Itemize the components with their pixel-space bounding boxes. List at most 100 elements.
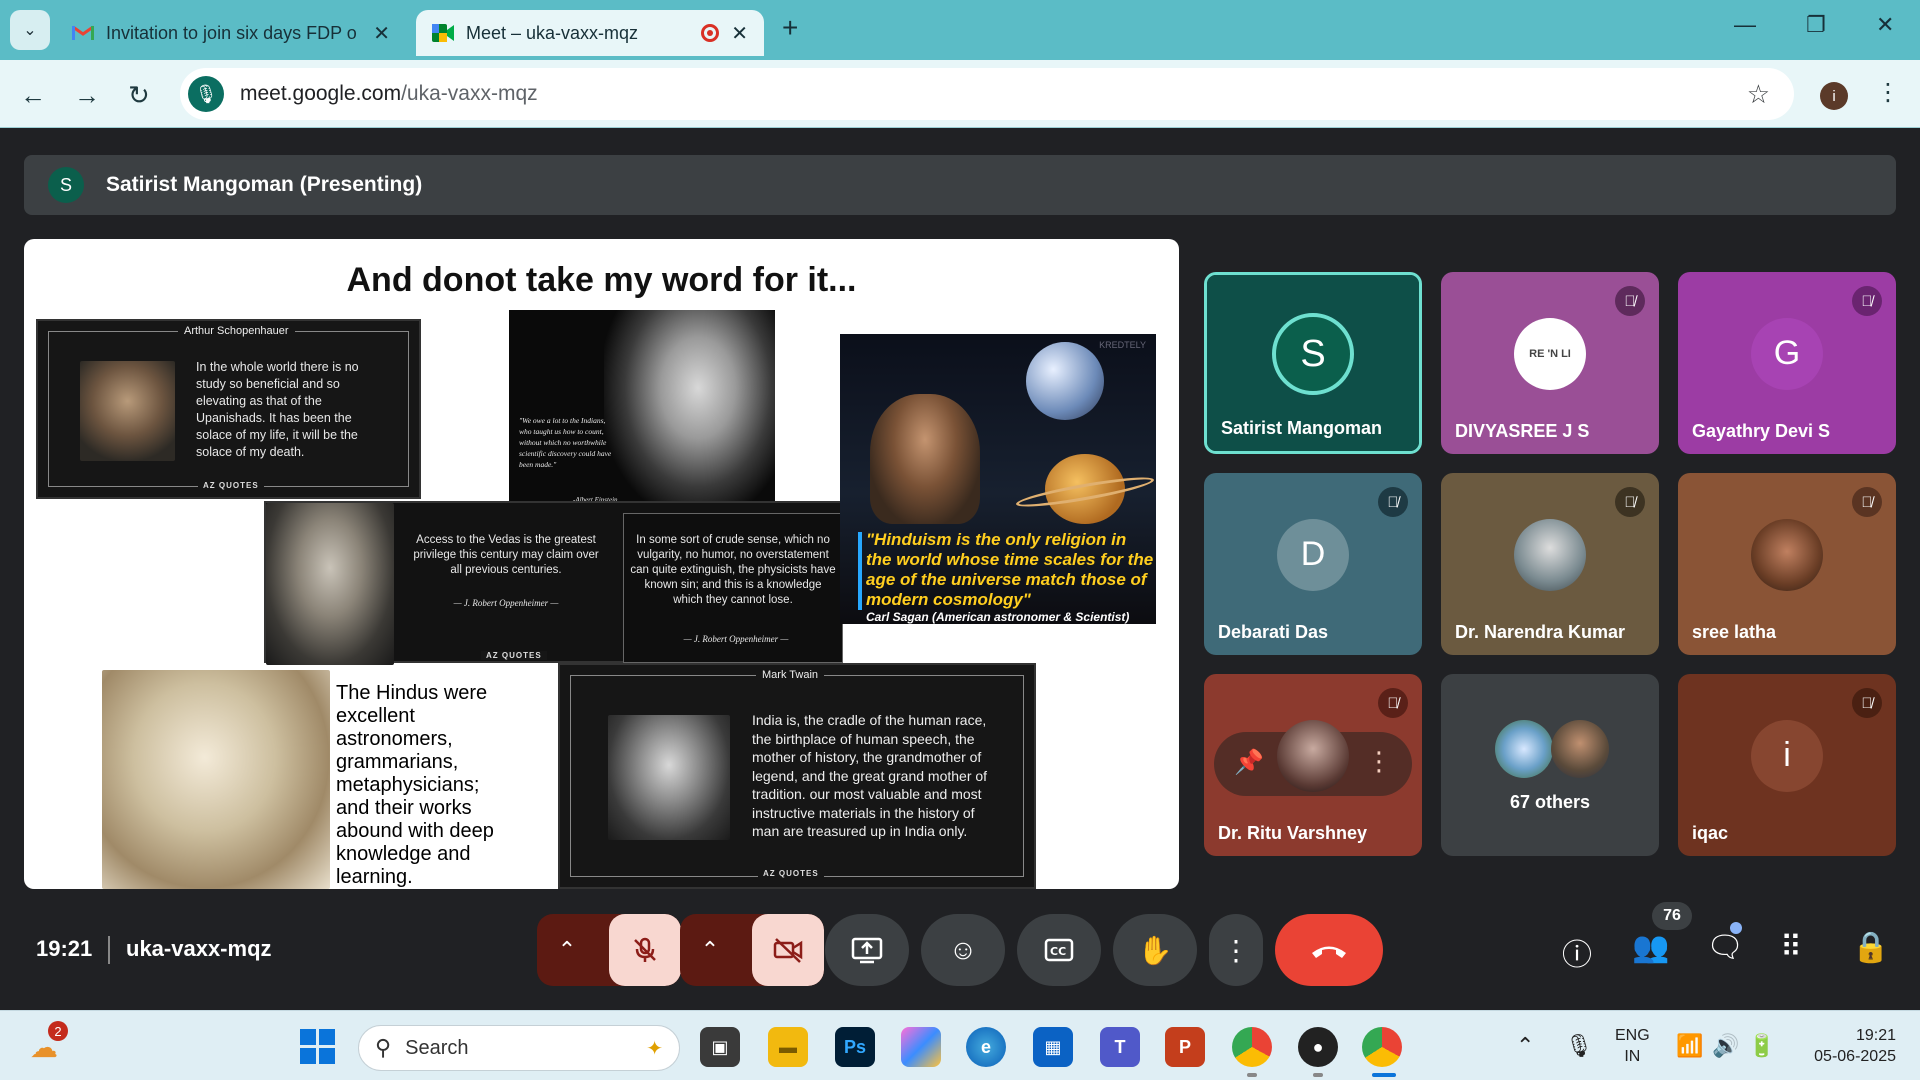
quote-text: India is, the cradle of the human race, … [752,712,988,839]
azquotes-logo: AZ QUOTES [481,651,547,660]
profile-avatar[interactable]: i [1820,82,1848,110]
taskbar-clock[interactable]: 19:21 05-06-2025 [1796,1025,1896,1067]
participant-avatar [1277,719,1349,792]
participant-tile[interactable]: 🎙̸ i iqac [1678,674,1896,856]
participant-tile[interactable]: 🎙̸ D Debarati Das [1204,473,1422,655]
teams-icon[interactable]: T [1100,1027,1140,1067]
participant-tile[interactable]: 🎙̸ 📌 ⋮ Dr. Ritu Varshney [1204,674,1422,856]
show-hidden-icons[interactable]: ⌃ [1516,1033,1534,1059]
participant-name: Satirist Mangoman [1221,418,1383,438]
svg-text:CC: CC [1050,945,1066,958]
recording-icon [701,24,720,42]
copilot-icon[interactable] [901,1027,941,1067]
edge-icon[interactable]: e [966,1027,1006,1067]
audio-settings-caret-icon[interactable]: ⌃ [537,914,597,986]
obs-icon[interactable]: ● [1298,1027,1338,1067]
restore-icon[interactable]: ❐ [1806,12,1826,38]
video-settings-caret-icon[interactable]: ⌃ [680,914,740,986]
participant-tile[interactable]: 🎙̸ G Gayathry Devi S [1678,272,1896,454]
mic-off-icon: 🎙̸ [1615,286,1645,316]
participant-name: Dr. Narendra Kumar [1455,622,1626,642]
minimize-icon[interactable]: — [1734,12,1756,38]
address-bar[interactable]: 🎙 meet.google.com/uka-vaxx-mqz ☆ [180,68,1794,120]
participant-avatar [1551,720,1609,778]
signature: — J. Robert Oppenheimer — [683,634,789,644]
start-button[interactable] [300,1029,336,1065]
microsoft-store-icon[interactable]: ▦ [1033,1027,1073,1067]
chat-icon[interactable]: 🗨 [1706,930,1744,965]
reload-icon[interactable]: ↻ [128,80,150,111]
azquotes-logo: AZ QUOTES [758,869,824,878]
microphone-control: ⌃ [537,914,681,986]
browser-toolbar: ← → ↻ 🎙 meet.google.com/uka-vaxx-mqz ☆ i… [0,60,1920,128]
watermark: KREDTELY [1099,340,1146,350]
participant-tile[interactable]: S Satirist Mangoman [1204,272,1422,454]
participant-tile[interactable]: 🎙̸ Dr. Narendra Kumar [1441,473,1659,655]
participant-tile[interactable]: 🎙̸ sree latha [1678,473,1896,655]
task-view-icon[interactable]: ▣ [700,1027,740,1067]
bookmark-star-icon[interactable]: ☆ [1747,79,1770,110]
battery-icon[interactable]: 🔋 [1748,1033,1775,1059]
pin-icon[interactable]: 📌 [1234,748,1264,777]
windows-taskbar: ☁ 2 ⚲ Search ✦ ▣ ▬ Ps e ▦ T P ● ⌃ 🎙 ENG I… [0,1010,1920,1080]
microphone-tray-icon[interactable]: 🎙 [1565,1033,1593,1059]
participant-avatar: G [1751,317,1823,390]
host-controls-icon[interactable]: 🔒 [1852,930,1889,965]
captions-button[interactable]: CC [1017,914,1101,986]
powerpoint-icon[interactable]: P [1165,1027,1205,1067]
file-explorer-icon[interactable]: ▬ [768,1027,808,1067]
new-tab-button[interactable]: + [782,12,798,44]
meet-control-bar: 19:21 uka-vaxx-mqz ⌃ ⌃ ☺ CC ✋ ⋮ ⓘ 👥 76 🗨… [0,900,1920,1000]
camera-control: ⌃ [680,914,824,986]
participant-avatar: S [1272,313,1354,396]
raise-hand-button[interactable]: ✋ [1113,914,1197,986]
schopenhauer-portrait [80,361,175,461]
close-window-icon[interactable]: ✕ [1876,12,1894,38]
mic-off-icon: 🎙̸ [1852,286,1882,316]
mic-off-button[interactable] [609,914,681,986]
taskbar-search[interactable]: ⚲ Search ✦ [358,1025,680,1071]
participant-avatar [1751,518,1823,591]
tab-title: Invitation to join six days FDP o [106,22,357,43]
close-tab-icon[interactable]: ✕ [373,21,390,46]
more-options-button[interactable]: ⋮ [1209,914,1263,986]
quote-author-heading: Mark Twain [756,669,825,681]
azquotes-logo: AZ QUOTES [198,481,264,490]
reactions-button[interactable]: ☺ [921,914,1005,986]
input-language[interactable]: ENG IN [1615,1025,1650,1067]
participant-tile[interactable]: 🎙̸ RE 'N LI DIVYASREE J S [1441,272,1659,454]
gmail-icon [72,22,94,44]
presenting-banner: S Satirist Mangoman (Presenting) [24,155,1896,215]
schopenhauer-quote-card: Arthur Schopenhauer In the whole world t… [36,319,421,499]
meeting-details-icon[interactable]: ⓘ [1562,930,1592,974]
mic-in-use-icon[interactable]: 🎙 [188,76,224,112]
participant-name: DIVYASREE J S [1455,421,1590,441]
back-icon[interactable]: ← [20,80,46,111]
activities-icon[interactable]: ⠿ [1780,930,1802,965]
browser-menu-icon[interactable]: ⋮ [1876,78,1900,107]
quote-attribution: Carl Sagan (American astronomer & Scient… [866,610,1130,624]
volume-icon[interactable]: 🔊 [1712,1033,1739,1059]
forward-icon[interactable]: → [74,80,100,111]
people-icon[interactable]: 👥 [1632,930,1669,965]
tab-search-dropdown-button[interactable]: ⌄ [10,10,50,50]
browser-tab-strip: ⌄ Invitation to join six days FDP o ✕ Me… [0,0,1920,60]
wifi-icon[interactable]: 📶 [1676,1033,1703,1059]
more-options-icon[interactable]: ⋮ [1366,746,1392,777]
meeting-clock: 19:21 [36,936,93,961]
close-tab-icon[interactable]: ✕ [731,21,748,46]
chrome-icon[interactable] [1362,1027,1402,1067]
carl-sagan-portrait [870,394,980,524]
chrome-profile-icon[interactable] [1232,1027,1272,1067]
camera-off-button[interactable] [752,914,824,986]
oppenheimer-portrait [266,503,394,665]
present-screen-button[interactable] [825,914,909,986]
others-tile[interactable]: 67 others [1441,674,1659,856]
quote-text: "Hinduism is the only religion in the wo… [858,530,1156,610]
quote-author-heading: Arthur Schopenhauer [178,325,295,337]
participant-avatar: i [1751,719,1823,792]
tab-gmail[interactable]: Invitation to join six days FDP o ✕ [56,10,406,56]
leave-call-button[interactable] [1275,914,1383,986]
tab-meet[interactable]: Meet – uka-vaxx-mqz ✕ [416,10,764,56]
photoshop-icon[interactable]: Ps [835,1027,875,1067]
